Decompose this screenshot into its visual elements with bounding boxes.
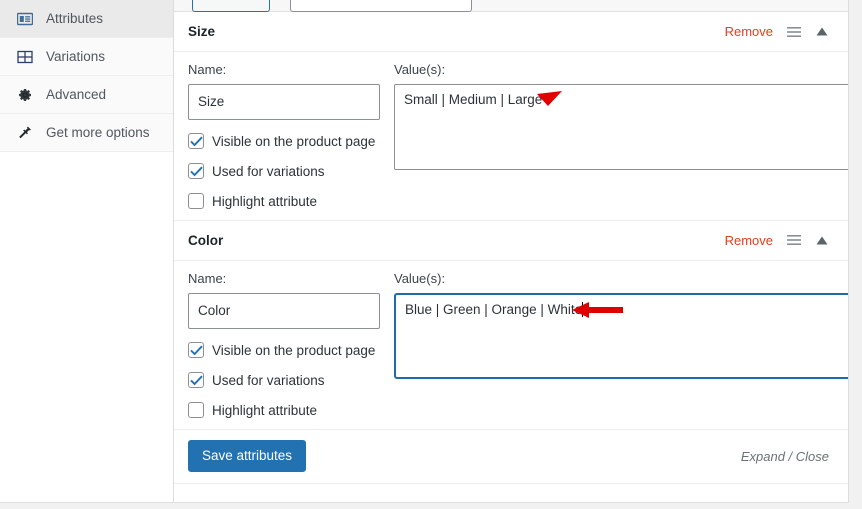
sidebar-item-get-more-options[interactable]: Get more options bbox=[0, 114, 173, 152]
attribute-values-textarea[interactable]: Blue | Green | Orange | White bbox=[394, 292, 848, 379]
text-caret bbox=[582, 301, 584, 317]
attributes-icon bbox=[16, 10, 34, 28]
highlight-attribute-label: Highlight attribute bbox=[212, 193, 318, 209]
sidebar-item-label: Get more options bbox=[46, 124, 150, 140]
sidebar-item-advanced[interactable]: Advanced bbox=[0, 76, 173, 114]
remove-attribute-link[interactable]: Remove bbox=[725, 24, 773, 39]
visible-on-product-page-row[interactable]: Visible on the product page bbox=[188, 133, 394, 150]
attribute-name-input[interactable] bbox=[188, 83, 380, 120]
visible-on-product-page-row[interactable]: Visible on the product page bbox=[188, 342, 394, 359]
product-data-panel: Attributes Variations Advanced Get more … bbox=[0, 0, 849, 503]
used-for-variations-checkbox[interactable] bbox=[188, 163, 204, 180]
collapse-up-icon[interactable] bbox=[815, 233, 829, 247]
drag-handle-icon[interactable] bbox=[787, 233, 801, 247]
used-for-variations-label: Used for variations bbox=[212, 372, 325, 388]
gear-icon bbox=[16, 86, 34, 104]
sidebar-item-label: Advanced bbox=[46, 86, 107, 102]
visible-on-product-page-label: Visible on the product page bbox=[212, 133, 376, 149]
attribute-toolbar bbox=[174, 0, 848, 12]
variations-icon bbox=[16, 48, 34, 66]
attribute-name-input[interactable] bbox=[188, 292, 380, 329]
highlight-attribute-row[interactable]: Highlight attribute bbox=[188, 193, 394, 210]
save-attributes-button[interactable]: Save attributes bbox=[188, 440, 307, 473]
sidebar-item-variations[interactable]: Variations bbox=[0, 38, 173, 76]
attribute-header: Color Remove bbox=[174, 221, 848, 261]
name-label: Name: bbox=[188, 270, 227, 286]
plug-icon bbox=[16, 124, 34, 142]
used-for-variations-label: Used for variations bbox=[212, 163, 325, 179]
attribute-block-size: Size Remove Name: Size Visible on the pr… bbox=[174, 12, 848, 221]
attribute-select-dropdown[interactable] bbox=[290, 0, 472, 12]
visible-on-product-page-label: Visible on the product page bbox=[212, 342, 376, 358]
remove-attribute-link[interactable]: Remove bbox=[725, 233, 773, 248]
highlight-attribute-checkbox[interactable] bbox=[188, 193, 204, 210]
sidebar-item-label: Variations bbox=[46, 48, 106, 64]
attributes-content: Size Remove Name: Size Visible on the pr… bbox=[174, 12, 849, 502]
attribute-values-textarea[interactable]: Small | Medium | Large bbox=[394, 83, 848, 170]
visible-on-product-page-checkbox[interactable] bbox=[188, 133, 204, 150]
product-data-sidebar: Attributes Variations Advanced Get more … bbox=[0, 0, 174, 502]
values-label: Value(s): bbox=[394, 270, 446, 286]
visible-on-product-page-checkbox[interactable] bbox=[188, 342, 204, 359]
collapse-up-icon[interactable] bbox=[815, 25, 829, 39]
attribute-title: Size bbox=[188, 24, 216, 39]
used-for-variations-checkbox[interactable] bbox=[188, 372, 204, 389]
name-label: Name: bbox=[188, 62, 227, 77]
drag-handle-icon[interactable] bbox=[787, 25, 801, 39]
sidebar-empty-area bbox=[0, 152, 173, 502]
used-for-variations-row[interactable]: Used for variations bbox=[188, 372, 394, 389]
highlight-attribute-checkbox[interactable] bbox=[188, 402, 204, 419]
highlight-attribute-row[interactable]: Highlight attribute bbox=[188, 402, 394, 419]
used-for-variations-row[interactable]: Used for variations bbox=[188, 163, 394, 180]
sidebar-item-label: Attributes bbox=[46, 10, 104, 26]
highlight-attribute-label: Highlight attribute bbox=[212, 402, 318, 418]
textarea-resize-grip[interactable] bbox=[848, 360, 849, 372]
values-label: Value(s): bbox=[394, 62, 446, 77]
attributes-footer: Save attributes Expand / Close bbox=[174, 430, 848, 484]
attribute-body: Name: Visible on the product page bbox=[174, 52, 848, 221]
attribute-block-color: Color Remove Name: Color Visible on the … bbox=[174, 221, 849, 430]
sidebar-item-attributes[interactable]: Attributes bbox=[0, 0, 173, 38]
expand-close-link[interactable]: Expand / Close bbox=[741, 449, 829, 464]
attribute-body: Name: Visible on the product page bbox=[174, 261, 849, 430]
attribute-values-text: Blue | Green | Orange | White bbox=[405, 301, 583, 317]
attribute-header: Size Remove bbox=[174, 12, 848, 52]
add-attribute-button[interactable] bbox=[192, 0, 270, 12]
attribute-title: Color bbox=[188, 232, 224, 248]
